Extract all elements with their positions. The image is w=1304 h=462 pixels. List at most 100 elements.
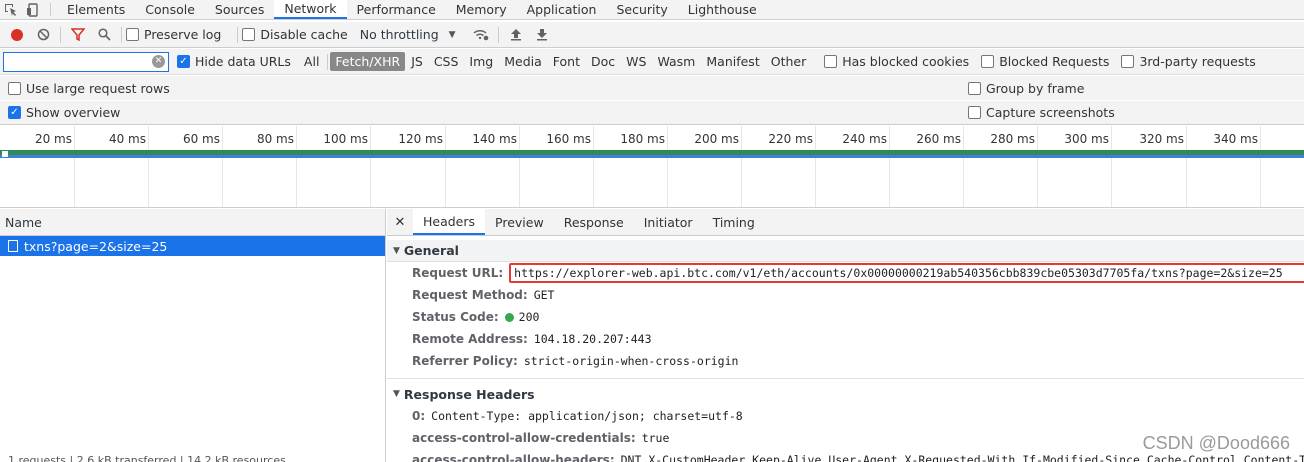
tab-performance[interactable]: Performance (347, 0, 446, 19)
type-filter-other[interactable]: Other (766, 52, 812, 71)
header-key: Status Code: (412, 310, 499, 324)
tab-headers[interactable]: Headers (413, 209, 486, 235)
tab-elements[interactable]: Elements (57, 0, 135, 19)
status-summary-text: 1 requests | 2.6 kB transferred | 14.2 k… (8, 454, 286, 462)
third-party-checkbox[interactable]: 3rd-party requests (1121, 54, 1256, 69)
tab-sources[interactable]: Sources (205, 0, 274, 19)
record-button[interactable] (4, 24, 30, 46)
checkbox-box[interactable] (242, 28, 256, 41)
status-code-row: Status Code: 200 (387, 306, 1304, 328)
chevron-down-icon[interactable]: ▼ (449, 30, 456, 40)
general-title: General (403, 243, 459, 258)
filter-input[interactable]: ✕ (3, 51, 169, 72)
has-blocked-cookies-checkbox[interactable]: Has blocked cookies (824, 54, 969, 69)
checkbox-box[interactable] (968, 106, 981, 119)
timeline-overview[interactable]: 20 ms 40 ms 60 ms 80 ms 100 ms 120 ms 140 ms 16… (0, 126, 1304, 208)
timeline-tick-label: 180 ms (620, 132, 665, 146)
tab-application[interactable]: Application (517, 0, 607, 19)
type-filter-css[interactable]: CSS (429, 52, 464, 71)
show-overview-checkbox[interactable]: ✓ Show overview (8, 105, 120, 120)
import-har-button[interactable] (503, 24, 529, 46)
timeline-gridline (445, 126, 446, 207)
timeline-gridline (296, 126, 297, 207)
column-header-name[interactable]: Name (0, 209, 385, 236)
checkbox-box[interactable]: ✓ (177, 55, 190, 68)
clear-button[interactable] (30, 24, 56, 46)
timeline-gridline (593, 126, 594, 207)
checkbox-box[interactable]: ✓ (8, 106, 21, 119)
export-har-button[interactable] (529, 24, 555, 46)
blocked-requests-checkbox[interactable]: Blocked Requests (981, 54, 1109, 69)
tab-security[interactable]: Security (606, 0, 677, 19)
preserve-log-checkbox[interactable]: Preserve log (126, 27, 221, 42)
timeline-gridline (741, 126, 742, 207)
timeline-tick-label: 20 ms (34, 132, 72, 146)
tab-timing[interactable]: Timing (703, 209, 765, 235)
tab-preview[interactable]: Preview (485, 209, 554, 235)
checkbox-box[interactable] (824, 55, 838, 68)
tab-response[interactable]: Response (554, 209, 634, 235)
tab-memory[interactable]: Memory (446, 0, 517, 19)
timeline-ticks: 20 ms 40 ms 60 ms 80 ms 100 ms 120 ms 140 ms 16… (0, 126, 1304, 207)
general-section-header[interactable]: ▼ General (387, 240, 1304, 262)
search-button[interactable] (91, 24, 117, 46)
type-filter-media[interactable]: Media (499, 52, 547, 71)
timeline-gridline (370, 126, 371, 207)
referrer-policy-row: Referrer Policy: strict-origin-when-cros… (387, 350, 1304, 372)
close-icon[interactable]: ✕ (387, 209, 413, 235)
type-filter-ws[interactable]: WS (621, 52, 651, 71)
device-toolbar-icon[interactable] (22, 0, 44, 19)
network-conditions-button[interactable] (468, 24, 494, 46)
group-by-frame-checkbox[interactable]: Group by frame (968, 81, 1084, 96)
document-icon (8, 240, 18, 252)
request-list: Name txns?page=2&size=25 1 requests | 2.… (0, 209, 386, 462)
disable-cache-checkbox[interactable]: Disable cache (242, 27, 348, 42)
timeline-tick-label: 60 ms (182, 132, 220, 146)
inspect-element-icon[interactable] (0, 0, 22, 19)
header-key: Referrer Policy: (412, 354, 518, 368)
tab-initiator[interactable]: Initiator (634, 209, 703, 235)
toolbar-separator (121, 26, 122, 43)
checkbox-box[interactable] (981, 55, 995, 68)
request-row[interactable]: txns?page=2&size=25 (0, 236, 385, 256)
clear-icon (37, 28, 49, 41)
timeline-gridline (148, 126, 149, 207)
timeline-gridline (222, 126, 223, 207)
large-rows-checkbox[interactable]: Use large request rows (8, 81, 170, 96)
timeline-gridline (74, 126, 75, 207)
capture-screenshots-checkbox[interactable]: Capture screenshots (968, 105, 1115, 120)
timeline-gridline (815, 126, 816, 207)
request-method-row: Request Method: GET (387, 284, 1304, 306)
type-filter-manifest[interactable]: Manifest (701, 52, 764, 71)
tab-network[interactable]: Network (274, 0, 347, 19)
clear-filter-icon[interactable]: ✕ (152, 54, 165, 68)
settings-row-2: ✓ Show overview Capture screenshots (0, 101, 1304, 125)
type-filter-js[interactable]: JS (406, 52, 428, 71)
checkbox-box[interactable] (1121, 55, 1135, 68)
disable-cache-label: Disable cache (260, 27, 348, 42)
type-filter-wasm[interactable]: Wasm (652, 52, 700, 71)
tab-lighthouse[interactable]: Lighthouse (678, 0, 767, 19)
throttling-select[interactable]: No throttling (360, 27, 439, 42)
type-filter-font[interactable]: Font (548, 52, 585, 71)
timeline-tick-label: 240 ms (842, 132, 887, 146)
toolbar-separator (497, 26, 499, 43)
type-filter-all[interactable]: All (299, 52, 325, 71)
header-value: strict-origin-when-cross-origin (523, 354, 739, 368)
tab-console[interactable]: Console (135, 0, 205, 19)
filter-toggle-button[interactable] (65, 24, 91, 46)
type-filter-img[interactable]: Img (464, 52, 498, 71)
response-headers-section-header[interactable]: ▼ Response Headers (387, 383, 1304, 405)
timeline-tick-label: 100 ms (323, 132, 368, 146)
timeline-gridline (1186, 126, 1187, 207)
record-icon (11, 28, 23, 41)
checkbox-box[interactable] (8, 81, 21, 95)
type-filter-fetch-xhr[interactable]: Fetch/XHR (330, 52, 406, 71)
group-by-frame-label: Group by frame (986, 80, 1085, 96)
checkbox-box[interactable] (968, 81, 981, 95)
timeline-marker (2, 151, 8, 157)
checkbox-box[interactable] (126, 28, 139, 41)
type-filter-doc[interactable]: Doc (586, 52, 620, 71)
header-value: 200 (518, 310, 540, 324)
hide-data-urls-checkbox[interactable]: ✓ Hide data URLs (177, 54, 291, 69)
